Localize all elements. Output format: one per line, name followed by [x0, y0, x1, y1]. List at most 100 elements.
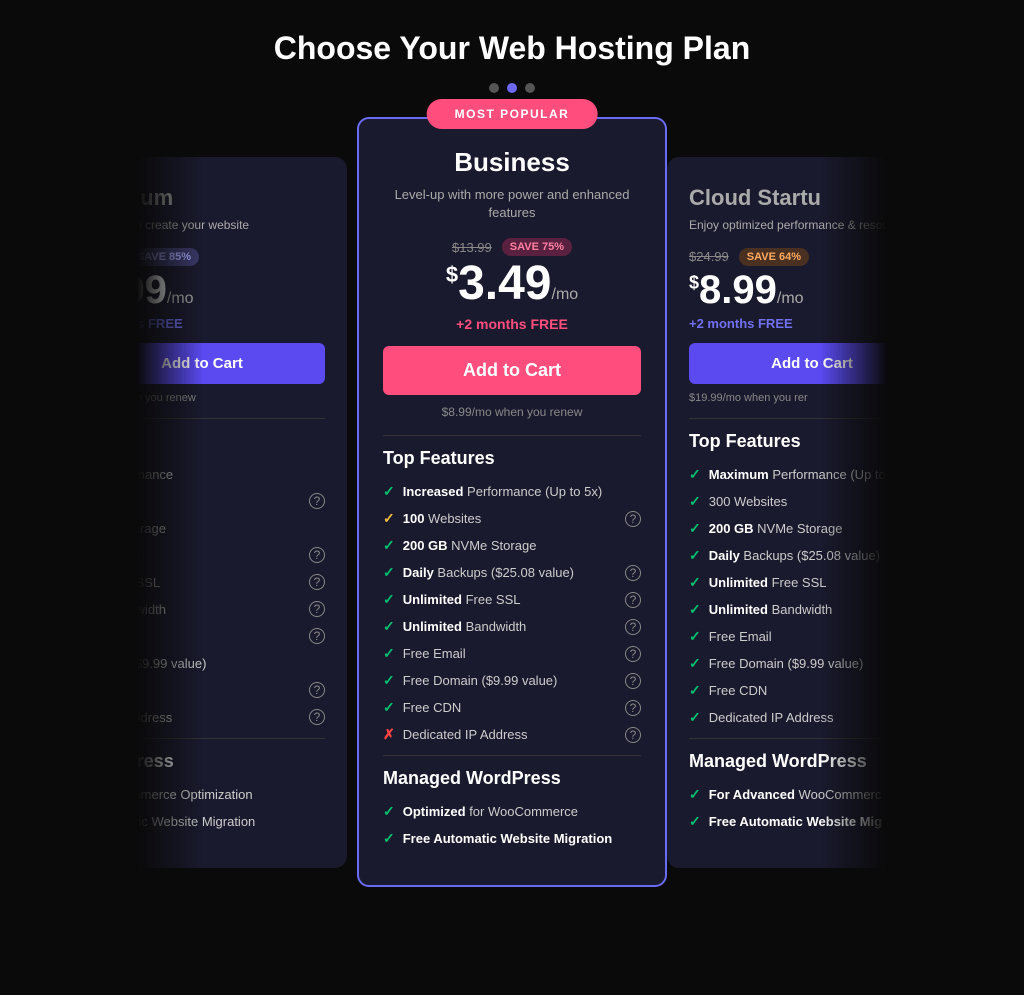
info-icon[interactable]: ? [309, 628, 325, 644]
check-icon: ✓ [383, 537, 395, 554]
cloud-feature-storage: ✓ 200 GB NVMe Storage [689, 520, 887, 537]
cloud-add-to-cart-button[interactable]: Add to Cart [689, 343, 887, 384]
premium-features-title: res [137, 431, 325, 452]
check-icon: ✓ [689, 709, 701, 726]
check-icon: ✓ [383, 645, 395, 662]
cloud-feature-websites: ✓ 300 Websites [689, 493, 887, 510]
premium-desc: you need to create your website [137, 217, 325, 234]
cloud-feature-performance: ✓ Maximum Performance (Up to [689, 466, 887, 483]
info-icon[interactable]: ? [309, 601, 325, 617]
feature-cdn: ✓ ? [137, 682, 325, 699]
card-premium: Premium you need to create your website … [137, 157, 347, 868]
check-icon: ✓ [383, 699, 395, 716]
biz-wp-woo: ✓ Optimized for WooCommerce [383, 803, 641, 820]
check-icon: ✓ [383, 830, 395, 847]
cloud-main-price-wrap: $8.99 /mo [689, 270, 887, 310]
info-icon[interactable]: ? [309, 493, 325, 509]
business-add-to-cart-button[interactable]: Add to Cart [383, 346, 641, 395]
x-icon: ✗ [383, 726, 395, 743]
check-icon: ✓ [689, 520, 701, 537]
check-icon: ✓ [689, 547, 701, 564]
cloud-desc: Enjoy optimized performance & resources [689, 217, 887, 234]
cloud-feature-bandwidth: ✓ Unlimited Bandwidth [689, 601, 887, 618]
business-price-row: $13.99 SAVE 75% [383, 238, 641, 256]
check-icon: ✓ [383, 564, 395, 581]
check-icon: ✓ [689, 786, 701, 803]
cloud-feature-domain: ✓ Free Domain ($9.99 value) [689, 655, 887, 672]
info-icon[interactable]: ? [625, 511, 641, 527]
business-main-price: $3.49 [446, 260, 552, 308]
dot-3[interactable] [525, 83, 535, 93]
dot-2[interactable] [507, 83, 517, 93]
premium-price-row: $12.99 SAVE 85% [137, 248, 325, 266]
business-features-title: Top Features [383, 448, 641, 469]
feature-email: ✓ il ? [137, 628, 325, 645]
wp-migration: ✓ utomatic Website Migration [137, 813, 325, 830]
info-icon[interactable]: ? [625, 646, 641, 662]
check-icon: ✓ [689, 813, 701, 830]
biz-feature-domain: ✓ Free Domain ($9.99 value) ? [383, 672, 641, 689]
cloud-feature-backups: ✓ Daily Backups ($25.08 value) [689, 547, 887, 564]
info-icon[interactable]: ? [625, 700, 641, 716]
info-icon[interactable]: ? [625, 565, 641, 581]
page-title: Choose Your Web Hosting Plan [0, 0, 1024, 83]
biz-feature-email: ✓ Free Email ? [383, 645, 641, 662]
card-cloud: Cloud Startu Enjoy optimized performance… [667, 157, 887, 868]
check-icon: ✓ [383, 483, 395, 500]
info-icon[interactable]: ? [625, 592, 641, 608]
info-icon[interactable]: ? [625, 727, 641, 743]
biz-feature-ssl: ✓ Unlimited Free SSL ? [383, 591, 641, 608]
info-icon[interactable]: ? [309, 574, 325, 590]
cloud-name: Cloud Startu [689, 185, 887, 211]
check-icon: ✓ [689, 466, 701, 483]
check-icon: ✓ [689, 682, 701, 699]
card-cloud-wrapper: Cloud Startu Enjoy optimized performance… [667, 157, 887, 868]
feature-backups: ✓ ackups ? [137, 547, 325, 564]
biz-feature-websites: ✓ 100 Websites ? [383, 510, 641, 527]
info-icon[interactable]: ? [625, 619, 641, 635]
premium-wp-title: WordPress [137, 751, 325, 772]
biz-feature-cdn: ✓ Free CDN ? [383, 699, 641, 716]
check-icon: ✓ [383, 672, 395, 689]
cloud-feature-email: ✓ Free Email [689, 628, 887, 645]
card-business: MOST POPULAR Business Level-up with more… [357, 117, 667, 887]
feature-ssl: ✓ l Free SSL ? [137, 574, 325, 591]
business-renew-text: $8.99/mo when you renew [383, 405, 641, 419]
info-icon[interactable]: ? [625, 673, 641, 689]
check-icon: ✓ [689, 601, 701, 618]
check-icon: ✓ [689, 628, 701, 645]
card-premium-wrapper: Premium you need to create your website … [137, 157, 357, 868]
biz-feature-performance: ✓ Increased Performance (Up to 5x) [383, 483, 641, 500]
info-icon[interactable]: ? [309, 682, 325, 698]
business-save-badge: SAVE 75% [502, 238, 572, 256]
cloud-main-price: $8.99 [689, 270, 777, 310]
biz-wp-migration: ✓ Free Automatic Website Migration [383, 830, 641, 847]
check-icon: ✓ [383, 803, 395, 820]
info-icon[interactable]: ? [309, 709, 325, 725]
check-icon: ✓ [383, 591, 395, 608]
business-original-price: $13.99 [452, 240, 492, 255]
cloud-price-row: $24.99 SAVE 64% [689, 248, 887, 266]
business-free-months: +2 months FREE [383, 316, 641, 332]
premium-add-to-cart-button[interactable]: Add to Cart [137, 343, 325, 384]
feature-domain: ✓ main ($9.99 value) [137, 655, 325, 672]
feature-performance: ✓ Performance [137, 466, 325, 483]
business-per-mo: /mo [552, 286, 579, 304]
check-icon: ✓ [689, 493, 701, 510]
cloud-feature-ip: ✓ Dedicated IP Address [689, 709, 887, 726]
info-icon[interactable]: ? [309, 547, 325, 563]
cloud-per-mo: /mo [777, 290, 804, 308]
business-wp-title: Managed WordPress [383, 768, 641, 789]
dot-1[interactable] [489, 83, 499, 93]
premium-main-price: $1.99 [137, 270, 167, 310]
cloud-renew-text: $19.99/mo when you rer [689, 392, 887, 404]
cloud-feature-ssl: ✓ Unlimited Free SSL [689, 574, 887, 591]
premium-save-badge: SAVE 85% [137, 248, 199, 266]
cloud-free-months: +2 months FREE [689, 316, 887, 331]
business-desc: Level-up with more power and enhanced fe… [383, 186, 641, 222]
check-icon: ✓ [689, 574, 701, 591]
biz-feature-storage: ✓ 200 GB NVMe Storage [383, 537, 641, 554]
premium-renew-text: .99/mo when you renew [137, 392, 325, 404]
premium-main-price-wrap: $1.99 /mo [137, 270, 325, 310]
feature-bandwidth: ✓ l Bandwidth ? [137, 601, 325, 618]
